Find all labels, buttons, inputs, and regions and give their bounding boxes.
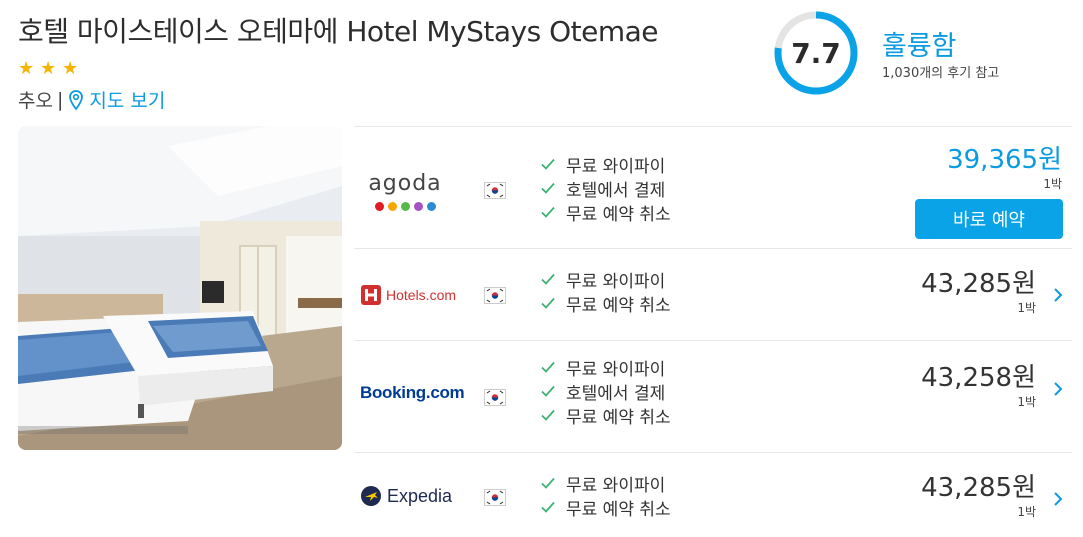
- hotel-photo[interactable]: [18, 126, 342, 450]
- hotels-com-logo-text: Hotels.com: [386, 287, 457, 303]
- feature-item: 무료 와이파이: [540, 355, 671, 380]
- star-icon: ★: [40, 58, 57, 79]
- feature-item: 무료 와이파이: [540, 152, 671, 177]
- agoda-logo: agoda: [360, 171, 450, 211]
- feature-list: 무료 와이파이 호텔에서 결제 무료 예약 취소: [540, 355, 671, 428]
- hotel-title: 호텔 마이스테이스 오테마에 Hotel MyStays Otemae: [18, 15, 659, 48]
- chevron-right-icon[interactable]: [1050, 287, 1066, 303]
- check-icon: [541, 501, 555, 513]
- check-icon: [541, 206, 555, 218]
- feature-label: 무료 와이파이: [566, 271, 666, 292]
- chevron-right-icon[interactable]: [1050, 381, 1066, 397]
- booking-com-logo-text: Booking.com: [360, 383, 465, 402]
- per-night: 1박: [1017, 395, 1036, 409]
- price: 43,285원: [921, 473, 1036, 503]
- feature-item: 무료 와이파이: [540, 267, 671, 292]
- feature-label: 무료 예약 취소: [566, 295, 671, 316]
- booking-com-logo: Booking.com: [360, 383, 465, 403]
- check-icon: [541, 273, 555, 285]
- star-rating: ★ ★ ★: [18, 58, 79, 79]
- feature-label: 호텔에서 결제: [566, 180, 666, 201]
- per-night: 1박: [1017, 505, 1036, 519]
- price: 43,258원: [921, 363, 1036, 393]
- offer-row-hotels-com[interactable]: Hotels.com 무료 와이파이 무료 예약 취소 43,285원 1박: [354, 248, 1072, 340]
- price: 43,285원: [921, 269, 1036, 299]
- feature-item: 무료 와이파이: [540, 471, 671, 496]
- view-map-link[interactable]: 지도 보기: [69, 86, 165, 113]
- area-name: 추오: [18, 90, 53, 112]
- korea-flag-icon: [484, 182, 506, 199]
- feature-label: 무료 예약 취소: [566, 499, 671, 520]
- feature-item: 호텔에서 결제: [540, 176, 671, 201]
- feature-label: 호텔에서 결제: [566, 383, 666, 404]
- offer-row-booking-com[interactable]: Booking.com 무료 와이파이 호텔에서 결제 무료 예약 취소 43,…: [354, 340, 1072, 452]
- agoda-logo-text: agoda: [368, 171, 442, 196]
- offer-row-expedia[interactable]: Expedia 무료 와이파이 무료 예약 취소 43,285원 1박: [354, 452, 1072, 536]
- view-map-label: 지도 보기: [89, 90, 166, 112]
- feature-label: 무료 와이파이: [566, 359, 666, 380]
- offer-row-agoda[interactable]: agoda 무료 와이파이 호텔에서 결제 무료 예약 취소 39,365원 1…: [354, 126, 1072, 248]
- feature-list: 무료 와이파이 호텔에서 결제 무료 예약 취소: [540, 152, 671, 225]
- star-icon: ★: [62, 58, 79, 79]
- chevron-right-icon[interactable]: [1050, 491, 1066, 507]
- feature-list: 무료 와이파이 무료 예약 취소: [540, 471, 671, 520]
- expedia-logo-text: Expedia: [387, 485, 453, 506]
- feature-item: 호텔에서 결제: [540, 379, 671, 404]
- per-night: 1박: [1043, 177, 1062, 191]
- expedia-logo: Expedia: [360, 485, 452, 507]
- feature-list: 무료 와이파이 무료 예약 취소: [540, 267, 671, 316]
- book-now-button[interactable]: 바로 예약: [915, 199, 1063, 239]
- price: 39,365원: [947, 145, 1062, 175]
- check-icon: [541, 385, 555, 397]
- map-pin-icon: [69, 89, 84, 110]
- location-line: 추오 | 지도 보기: [18, 86, 165, 113]
- feature-label: 무료 와이파이: [566, 156, 666, 177]
- feature-item: 무료 예약 취소: [540, 403, 671, 428]
- check-icon: [541, 182, 555, 194]
- korea-flag-icon: [484, 489, 506, 506]
- check-icon: [541, 158, 555, 170]
- separator: |: [56, 88, 64, 111]
- rating-score: 7.7: [791, 36, 841, 70]
- star-icon: ★: [18, 58, 35, 79]
- feature-item: 무료 예약 취소: [540, 200, 671, 225]
- korea-flag-icon: [484, 389, 506, 406]
- hotels-com-logo: Hotels.com: [360, 284, 456, 306]
- expedia-plane-icon: [361, 486, 381, 506]
- feature-item: 무료 예약 취소: [540, 291, 671, 316]
- rating-score-ring: 7.7: [773, 10, 859, 96]
- check-icon: [541, 477, 555, 489]
- check-icon: [541, 409, 555, 421]
- hotels-com-icon: [361, 285, 381, 305]
- feature-label: 무료 예약 취소: [566, 407, 671, 428]
- feature-label: 무료 예약 취소: [566, 204, 671, 225]
- per-night: 1박: [1017, 301, 1036, 315]
- check-icon: [541, 361, 555, 373]
- check-icon: [541, 297, 555, 309]
- feature-item: 무료 예약 취소: [540, 495, 671, 520]
- feature-label: 무료 와이파이: [566, 475, 666, 496]
- review-count: 1,030개의 후기 참고: [882, 66, 1000, 81]
- rating-label: 훌륭함: [882, 31, 957, 62]
- korea-flag-icon: [484, 287, 506, 304]
